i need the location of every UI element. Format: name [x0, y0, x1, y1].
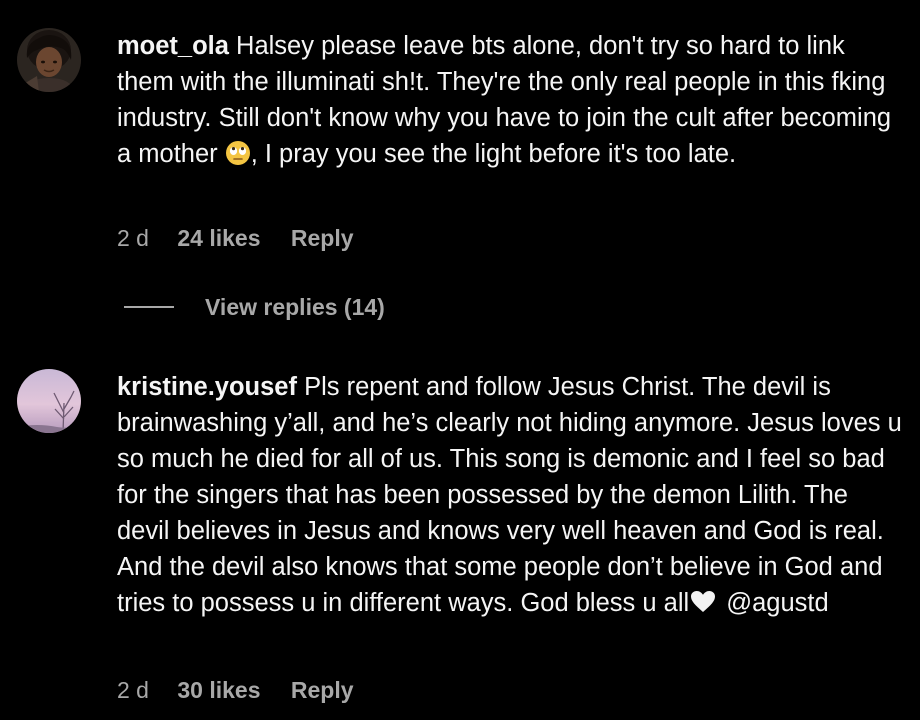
likes-count[interactable]: 24 likes: [177, 223, 260, 253]
comment-meta: 2 d 30 likes Reply: [117, 675, 354, 705]
white-heart-icon: [690, 587, 716, 623]
replies-divider: [124, 306, 174, 308]
reply-button[interactable]: Reply: [291, 675, 354, 705]
comment-text-part: Pls repent and follow Jesus Christ. The …: [117, 373, 902, 617]
view-replies-button[interactable]: View replies (14): [124, 292, 385, 322]
comment-username[interactable]: kristine.yousef: [117, 373, 297, 401]
avatar-image: [17, 28, 81, 92]
face-with-rolling-eyes-icon: [225, 140, 251, 176]
avatar-image: [17, 369, 81, 433]
comment-meta: 2 d 24 likes Reply: [117, 223, 354, 253]
avatar[interactable]: [17, 369, 81, 433]
comment-timestamp: 2 d: [117, 677, 149, 703]
comment-body: kristine.yousef Pls repent and follow Je…: [117, 369, 907, 623]
comment-text-part: @agustd: [719, 589, 829, 617]
comment-username[interactable]: moet_ola: [117, 32, 229, 60]
comment-text-part: , I pray you see the light before it's t…: [250, 140, 737, 168]
likes-count[interactable]: 30 likes: [177, 675, 260, 705]
comment-timestamp: 2 d: [117, 225, 149, 251]
comment-body: moet_ola Halsey please leave bts alone, …: [117, 28, 907, 176]
view-replies-label[interactable]: View replies (14): [205, 294, 385, 321]
avatar[interactable]: [17, 28, 81, 92]
reply-button[interactable]: Reply: [291, 223, 354, 253]
